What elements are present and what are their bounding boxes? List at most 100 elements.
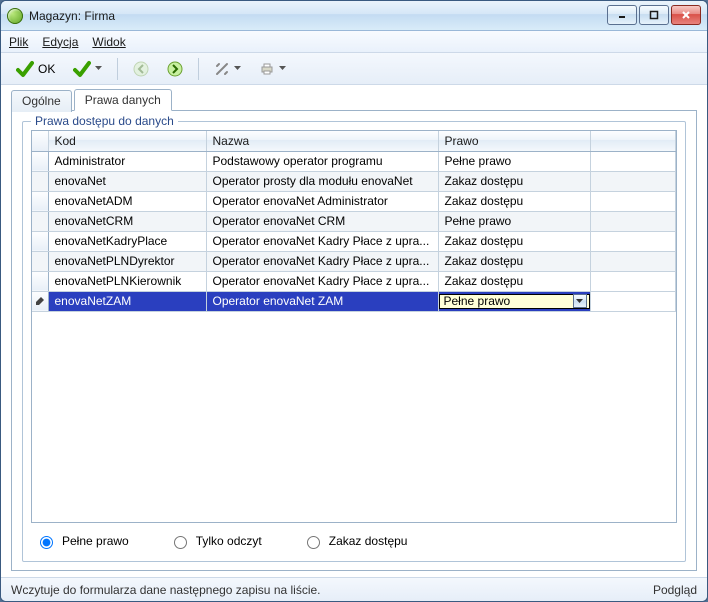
ok-button[interactable]: OK xyxy=(9,57,62,81)
column-header-blank[interactable] xyxy=(590,131,676,151)
close-icon xyxy=(681,10,691,20)
tab-prawa-danych[interactable]: Prawa danych xyxy=(74,89,172,111)
cell-prawo[interactable]: Zakaz dostępu xyxy=(438,251,590,271)
cell-kod[interactable]: enovaNetPLNKierownik xyxy=(48,271,206,291)
cell-prawo[interactable]: Zakaz dostępu xyxy=(438,171,590,191)
table-row[interactable]: enovaNetADMOperator enovaNet Administrat… xyxy=(32,191,676,211)
window-frame: Magazyn: Firma Plik Edycja Widok OK xyxy=(0,0,708,602)
column-header-kod[interactable]: Kod xyxy=(48,131,206,151)
row-header[interactable] xyxy=(32,211,48,231)
content-area: Ogólne Prawa danych Prawa dostępu do dan… xyxy=(1,85,707,577)
cell-kod[interactable]: Administrator xyxy=(48,151,206,171)
apply-button[interactable] xyxy=(66,57,109,81)
minimize-icon xyxy=(617,10,627,20)
cell-kod[interactable]: enovaNetCRM xyxy=(48,211,206,231)
table-row[interactable]: enovaNetZAMOperator enovaNet ZAM Pełne pr… xyxy=(32,291,676,311)
table-row[interactable]: enovaNetOperator prosty dla modułu enova… xyxy=(32,171,676,191)
cell-prawo[interactable]: Zakaz dostępu xyxy=(438,271,590,291)
cell-blank xyxy=(590,171,676,191)
cell-nazwa[interactable]: Podstawowy operator programu xyxy=(206,151,438,171)
cell-nazwa[interactable]: Operator enovaNet Kadry Płace z upra... xyxy=(206,271,438,291)
cell-prawo[interactable]: Zakaz dostępu xyxy=(438,191,590,211)
group-prawa: Prawa dostępu do danych Kod Nazwa Prawo xyxy=(22,121,686,562)
table-header-row: Kod Nazwa Prawo xyxy=(32,131,676,151)
minimize-button[interactable] xyxy=(607,5,637,25)
titlebar[interactable]: Magazyn: Firma xyxy=(1,1,707,31)
window-title: Magazyn: Firma xyxy=(29,9,115,23)
cell-nazwa[interactable]: Operator enovaNet CRM xyxy=(206,211,438,231)
radio-zakaz-dostepu[interactable]: Zakaz dostępu xyxy=(302,533,408,549)
nav-back-button[interactable] xyxy=(126,57,156,81)
cell-blank xyxy=(590,191,676,211)
cell-editor-dropdown-button[interactable] xyxy=(573,294,587,308)
table-row[interactable]: AdministratorPodstawowy operator program… xyxy=(32,151,676,171)
cell-blank xyxy=(590,151,676,171)
menu-plik[interactable]: Plik xyxy=(9,35,28,49)
radio-row: Pełne prawo Tylko odczyt Zakaz dostępu xyxy=(31,531,677,551)
table-row[interactable]: enovaNetPLNDyrektorOperator enovaNet Kad… xyxy=(32,251,676,271)
cell-nazwa[interactable]: Operator enovaNet Kadry Płace z upra... xyxy=(206,251,438,271)
table-row[interactable]: enovaNetCRMOperator enovaNet CRMPełne pr… xyxy=(32,211,676,231)
statusbar: Wczytuje do formularza dane następnego z… xyxy=(1,577,707,601)
check-icon xyxy=(73,60,91,78)
cell-nazwa[interactable]: Operator enovaNet Kadry Płace z upra... xyxy=(206,231,438,251)
column-header-prawo[interactable]: Prawo xyxy=(438,131,590,151)
edit-marker-icon xyxy=(32,296,48,306)
grid-permissions[interactable]: Kod Nazwa Prawo AdministratorPodstawowy … xyxy=(31,130,677,523)
cell-nazwa[interactable]: Operator enovaNet Administrator xyxy=(206,191,438,211)
cell-kod[interactable]: enovaNetADM xyxy=(48,191,206,211)
menubar: Plik Edycja Widok xyxy=(1,31,707,53)
table-row[interactable]: enovaNetPLNKierownikOperator enovaNet Ka… xyxy=(32,271,676,291)
cell-editor-prawo[interactable]: Pełne prawo xyxy=(439,294,590,309)
cell-kod[interactable]: enovaNet xyxy=(48,171,206,191)
close-button[interactable] xyxy=(671,5,701,25)
tab-ogolne[interactable]: Ogólne xyxy=(11,90,72,112)
menu-edycja[interactable]: Edycja xyxy=(42,35,78,49)
printer-icon xyxy=(259,61,275,77)
row-header[interactable] xyxy=(32,291,48,311)
print-button[interactable] xyxy=(252,57,293,81)
cell-prawo[interactable]: Pełne prawo xyxy=(438,151,590,171)
radio-pelne-label: Pełne prawo xyxy=(62,534,129,548)
row-header[interactable] xyxy=(32,251,48,271)
cell-kod[interactable]: enovaNetKadryPlace xyxy=(48,231,206,251)
cell-blank xyxy=(590,271,676,291)
cell-prawo[interactable]: Pełne prawo xyxy=(438,211,590,231)
chevron-down-icon xyxy=(576,298,583,305)
menu-widok[interactable]: Widok xyxy=(92,35,125,49)
cell-nazwa[interactable]: Operator enovaNet ZAM xyxy=(206,291,438,311)
radio-zakaz-input[interactable] xyxy=(307,536,320,549)
radio-pelne-prawo[interactable]: Pełne prawo xyxy=(35,533,129,549)
cell-kod[interactable]: enovaNetZAM xyxy=(48,291,206,311)
tools-button[interactable] xyxy=(207,57,248,81)
toolbar: OK xyxy=(1,53,707,85)
cell-kod[interactable]: enovaNetPLNDyrektor xyxy=(48,251,206,271)
radio-pelne-input[interactable] xyxy=(40,536,53,549)
cell-nazwa[interactable]: Operator prosty dla modułu enovaNet xyxy=(206,171,438,191)
toolbar-separator xyxy=(117,58,118,80)
cell-blank xyxy=(590,211,676,231)
tabstrip: Ogólne Prawa danych xyxy=(11,89,697,111)
app-icon xyxy=(7,8,23,24)
cell-prawo[interactable]: Pełne prawo xyxy=(438,291,590,311)
ok-label: OK xyxy=(38,62,55,76)
row-header[interactable] xyxy=(32,231,48,251)
table-row[interactable]: enovaNetKadryPlaceOperator enovaNet Kadr… xyxy=(32,231,676,251)
radio-tylko-odczyt[interactable]: Tylko odczyt xyxy=(169,533,262,549)
radio-odczyt-input[interactable] xyxy=(174,536,187,549)
maximize-button[interactable] xyxy=(639,5,669,25)
toolbar-separator xyxy=(198,58,199,80)
row-header[interactable] xyxy=(32,191,48,211)
row-header[interactable] xyxy=(32,151,48,171)
group-title: Prawa dostępu do danych xyxy=(31,114,178,128)
tab-panel: Prawa dostępu do danych Kod Nazwa Prawo xyxy=(11,110,697,571)
column-header-nazwa[interactable]: Nazwa xyxy=(206,131,438,151)
column-header-rowselector[interactable] xyxy=(32,131,48,151)
status-text: Wczytuje do formularza dane następnego z… xyxy=(11,583,321,597)
chevron-down-icon xyxy=(95,65,102,72)
cell-editor-value: Pełne prawo xyxy=(444,294,511,308)
row-header[interactable] xyxy=(32,171,48,191)
cell-prawo[interactable]: Zakaz dostępu xyxy=(438,231,590,251)
nav-forward-button[interactable] xyxy=(160,57,190,81)
row-header[interactable] xyxy=(32,271,48,291)
